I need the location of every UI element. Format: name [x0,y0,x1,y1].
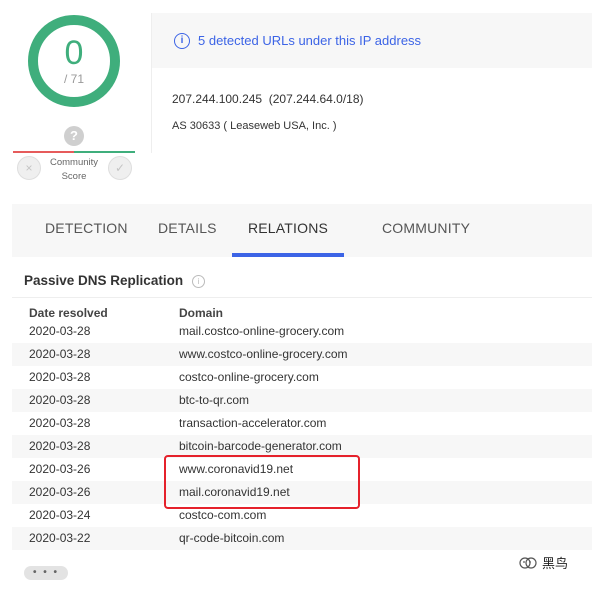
watermark-text: 黑鸟 [542,556,569,571]
tab-bar: DETECTION DETAILS RELATIONS COMMUNITY [12,204,592,257]
score-value: 0 [64,34,84,72]
watermark: 黑鸟 [518,553,568,575]
info-icon: i [174,33,190,49]
resolved-date: 2020-03-28 [29,370,91,384]
tab-details[interactable]: DETAILS [158,204,217,257]
divider [12,297,592,298]
tab-detection[interactable]: DETECTION [45,204,128,257]
highlight-annotation-box [164,455,360,509]
resolved-date: 2020-03-28 [29,324,91,338]
resolved-date: 2020-03-22 [29,531,91,545]
ip-range[interactable]: (207.244.64.0/18) [269,92,364,106]
detected-urls-link[interactable]: 5 detected URLs under this IP address [198,33,421,48]
community-score-bar-negative [13,151,74,153]
table-row: 2020-03-22 qr-code-bitcoin.com [12,527,592,550]
resolved-date: 2020-03-28 [29,347,91,361]
tab-community[interactable]: COMMUNITY [382,204,470,257]
column-header-domain: Domain [179,306,224,320]
resolved-date: 2020-03-28 [29,416,91,430]
tab-relations[interactable]: RELATIONS [232,204,344,257]
ip-address[interactable]: 207.244.100.245 [172,92,262,106]
detected-urls-banner: i 5 detected URLs under this IP address [152,13,592,68]
resolved-date: 2020-03-28 [29,393,91,407]
show-more-button[interactable]: • • • [24,566,68,580]
resolved-date: 2020-03-26 [29,462,91,476]
community-score-bar-positive [74,151,135,153]
domain-link[interactable]: transaction-accelerator.com [179,412,326,435]
downvote-icon[interactable]: × [17,156,41,180]
domain-link[interactable]: btc-to-qr.com [179,389,249,412]
resolved-date: 2020-03-28 [29,439,91,453]
domain-link[interactable]: www.costco-online-grocery.com [179,343,348,366]
question-icon[interactable]: ? [64,126,84,146]
table-row: 2020-03-28 transaction-accelerator.com [12,412,592,435]
community-score-label: Community Score [43,156,105,184]
column-header-date: Date resolved [29,306,108,320]
info-icon[interactable]: i [192,275,205,288]
table-row: 2020-03-28 www.costco-online-grocery.com [12,343,592,366]
ip-summary-panel: i 5 detected URLs under this IP address … [151,13,592,153]
autonomous-system[interactable]: AS 30633 ( Leaseweb USA, Inc. ) [172,120,336,132]
dns-table: 2020-03-28 mail.costco-online-grocery.co… [12,320,592,550]
upvote-icon[interactable]: ✓ [108,156,132,180]
ip-address-line: 207.244.100.245 (207.244.64.0/18) [172,92,364,106]
detection-score-widget: 0 / 71 ? × Community Score ✓ [0,0,150,190]
community-score-text: Community Score [49,157,99,182]
resolved-date: 2020-03-26 [29,485,91,499]
resolved-date: 2020-03-24 [29,508,91,522]
table-row: 2020-03-28 mail.costco-online-grocery.co… [12,320,592,343]
domain-link[interactable]: qr-code-bitcoin.com [179,527,284,550]
score-total: / 71 [63,72,84,86]
section-title: Passive DNS Replication [24,273,184,288]
table-row: 2020-03-28 costco-online-grocery.com [12,366,592,389]
table-row: 2020-03-28 btc-to-qr.com [12,389,592,412]
domain-link[interactable]: mail.costco-online-grocery.com [179,320,344,343]
passive-dns-card: Passive DNS Replication i Date resolved … [12,263,592,591]
bird-logo-icon [519,556,537,569]
domain-link[interactable]: costco-online-grocery.com [179,366,319,389]
